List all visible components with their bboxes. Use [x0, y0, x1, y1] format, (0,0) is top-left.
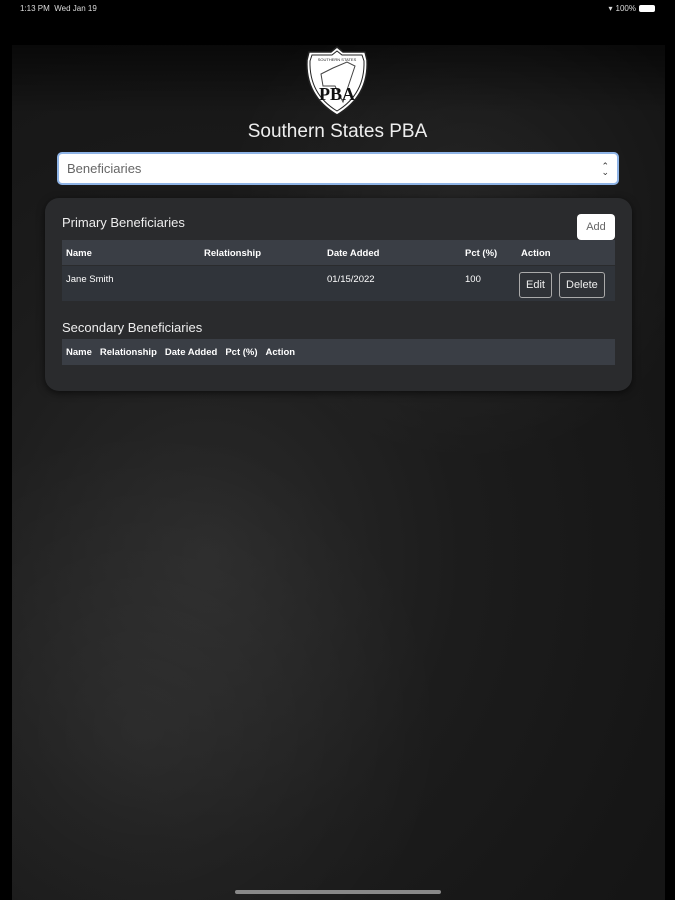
status-bar: 1:13 PM Wed Jan 19 ▾ 100% — [20, 4, 655, 13]
chevron-updown-icon: ⌃ ⌄ — [601, 160, 609, 177]
table-row: Jane Smith 01/15/2022 100 Edit Delete — [62, 265, 615, 301]
section-select[interactable]: Beneficiaries ⌃ ⌄ — [57, 152, 619, 185]
col-name: Name — [66, 346, 92, 358]
battery-icon — [639, 5, 655, 12]
col-action: Action — [265, 346, 296, 358]
status-time: 1:13 PM — [20, 4, 50, 13]
table-header: Name Relationship Date Added Pct (%) Act… — [62, 240, 615, 265]
secondary-beneficiaries-heading: Secondary Beneficiaries — [62, 320, 203, 335]
col-pct: Pct (%) — [465, 248, 498, 259]
primary-beneficiaries-heading: Primary Beneficiaries — [62, 215, 185, 230]
status-date: Wed Jan 19 — [54, 4, 97, 13]
cell-date: 01/15/2022 — [327, 274, 375, 285]
svg-text:SOUTHERN STATES: SOUTHERN STATES — [318, 57, 357, 62]
col-action: Action — [521, 248, 551, 259]
col-pct: Pct (%) — [225, 346, 258, 358]
delete-button[interactable]: Delete — [559, 272, 605, 298]
section-select-value: Beneficiaries — [67, 161, 142, 176]
col-date-added: Date Added — [164, 346, 218, 358]
edit-button[interactable]: Edit — [519, 272, 552, 298]
battery-percent: 100% — [615, 4, 636, 13]
primary-table: Name Relationship Date Added Pct (%) Act… — [62, 240, 615, 301]
col-name: Name — [66, 248, 92, 259]
col-relationship: Relationship — [99, 346, 157, 358]
add-button[interactable]: Add — [577, 214, 615, 240]
cell-name: Jane Smith — [66, 274, 114, 285]
secondary-table-header: Name Relationship Date Added Pct (%) Act… — [62, 339, 615, 365]
col-relationship: Relationship — [204, 248, 262, 259]
app-title: Southern States PBA — [247, 121, 428, 142]
col-date-added: Date Added — [327, 248, 380, 259]
pba-logo: SOUTHERN STATES PBA — [306, 46, 368, 116]
beneficiaries-card: Primary Beneficiaries Add Name Relations… — [45, 198, 632, 391]
svg-text:PBA: PBA — [319, 84, 355, 104]
home-indicator[interactable] — [235, 890, 441, 894]
wifi-icon: ▾ — [608, 4, 613, 13]
cell-pct: 100 — [465, 274, 481, 285]
